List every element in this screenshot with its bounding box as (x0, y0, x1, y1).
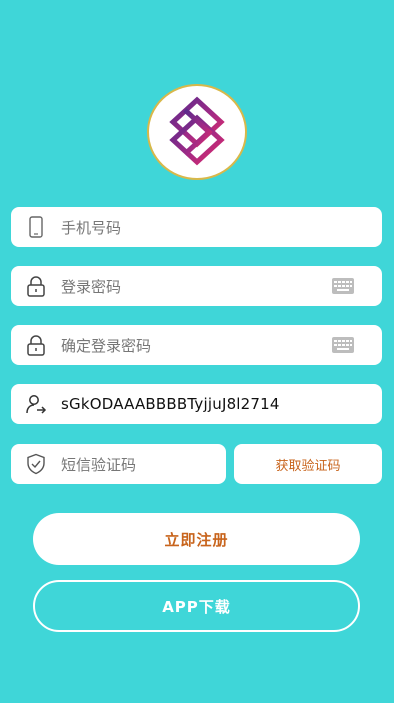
phone-field[interactable]: 手机号码 (11, 207, 382, 247)
phone-input[interactable]: 手机号码 (61, 217, 382, 238)
confirm-password-field[interactable]: 确定登录密码 (11, 325, 382, 365)
sms-code-input[interactable]: 短信验证码 (61, 454, 226, 475)
logo-icon (169, 96, 225, 166)
lock-icon (25, 334, 47, 356)
sms-code-field[interactable]: 短信验证码 (11, 444, 226, 484)
keyboard-icon[interactable] (332, 337, 354, 353)
register-button[interactable]: 立即注册 (33, 513, 360, 565)
password-field[interactable]: 登录密码 (11, 266, 382, 306)
invite-code-input[interactable]: sGkODAAABBBBTyjjuJ8l2714 (61, 395, 382, 413)
lock-icon (25, 275, 47, 297)
app-download-button[interactable]: APP下载 (33, 580, 360, 632)
get-code-button[interactable]: 获取验证码 (234, 444, 382, 484)
invite-code-field[interactable]: sGkODAAABBBBTyjjuJ8l2714 (11, 384, 382, 424)
user-add-icon (25, 393, 47, 415)
keyboard-icon[interactable] (332, 278, 354, 294)
app-logo (147, 84, 247, 180)
phone-icon (25, 216, 47, 238)
shield-check-icon (25, 453, 47, 475)
